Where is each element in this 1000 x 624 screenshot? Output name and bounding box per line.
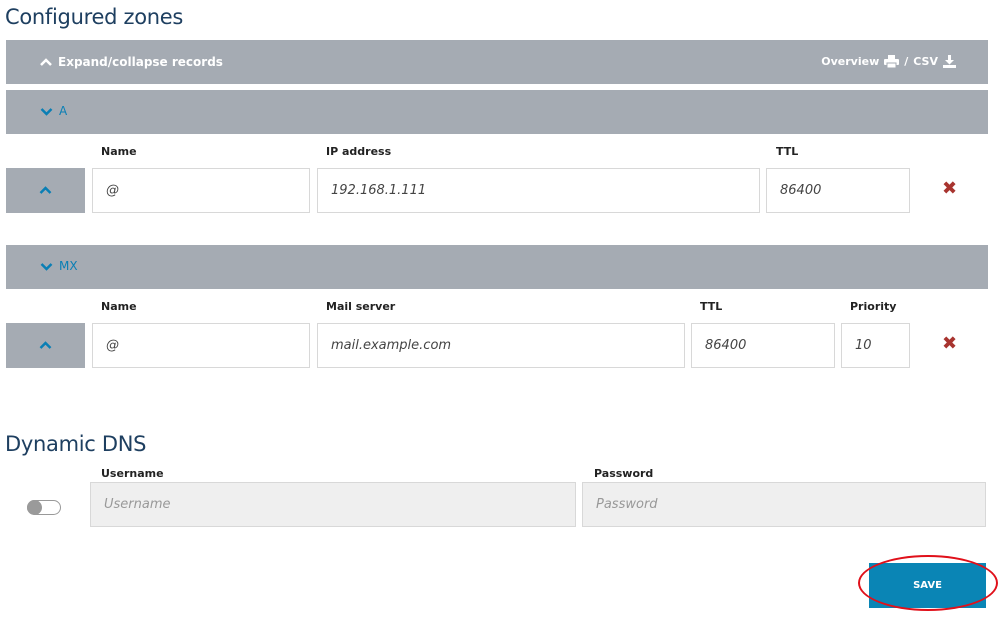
overview-link[interactable]: Overview bbox=[821, 55, 879, 68]
chevron-up-icon bbox=[40, 58, 52, 66]
delete-record-icon[interactable]: ✖ bbox=[942, 333, 957, 354]
name-input[interactable]: @ bbox=[92, 168, 310, 213]
group-toggle: MX bbox=[40, 259, 78, 273]
column-label: TTL bbox=[776, 145, 799, 158]
mail-server-input[interactable]: mail.example.com bbox=[317, 323, 685, 368]
toggle-knob bbox=[27, 500, 42, 515]
save-button[interactable]: SAVE bbox=[869, 563, 986, 608]
ip-address-input[interactable]: 192.168.1.111 bbox=[317, 168, 760, 213]
download-icon[interactable] bbox=[943, 55, 956, 68]
column-label: TTL bbox=[700, 300, 723, 313]
column-label: IP address bbox=[326, 145, 392, 158]
print-icon[interactable] bbox=[884, 55, 900, 68]
records-toolbar: Expand/collapse records Overview / CSV bbox=[6, 40, 988, 84]
name-input[interactable]: @ bbox=[92, 323, 310, 368]
expand-collapse-button[interactable]: Expand/collapse records bbox=[40, 55, 223, 69]
csv-link[interactable]: CSV bbox=[913, 55, 938, 68]
export-links: Overview / CSV bbox=[821, 55, 956, 68]
section-title: Dynamic DNS bbox=[5, 432, 147, 456]
delete-record-icon[interactable]: ✖ bbox=[942, 178, 957, 199]
chevron-up-icon bbox=[39, 186, 52, 194]
group-header-mx[interactable]: MX bbox=[6, 245, 988, 289]
collapse-record-button[interactable] bbox=[6, 168, 85, 213]
column-label: Mail server bbox=[326, 300, 396, 313]
username-input[interactable]: Username bbox=[90, 482, 576, 527]
ttl-input[interactable]: 86400 bbox=[766, 168, 910, 213]
column-label: Priority bbox=[850, 300, 897, 313]
collapse-record-button[interactable] bbox=[6, 323, 85, 368]
page-title: Configured zones bbox=[5, 5, 184, 29]
separator: / bbox=[904, 55, 909, 68]
chevron-down-icon bbox=[40, 107, 53, 116]
ddns-toggle[interactable] bbox=[27, 500, 61, 515]
column-label: Name bbox=[101, 145, 137, 158]
column-label: Name bbox=[101, 300, 137, 313]
group-header-a[interactable]: A bbox=[6, 90, 988, 134]
ttl-input[interactable]: 86400 bbox=[691, 323, 835, 368]
username-label: Username bbox=[101, 467, 164, 480]
group-toggle: A bbox=[40, 104, 67, 118]
password-input[interactable]: Password bbox=[582, 482, 986, 527]
chevron-down-icon bbox=[40, 262, 53, 271]
chevron-up-icon bbox=[39, 341, 52, 349]
password-label: Password bbox=[594, 467, 654, 480]
priority-input[interactable]: 10 bbox=[841, 323, 910, 368]
group-label: MX bbox=[59, 259, 78, 273]
group-label: A bbox=[59, 104, 68, 118]
expand-collapse-label: Expand/collapse records bbox=[58, 55, 223, 69]
